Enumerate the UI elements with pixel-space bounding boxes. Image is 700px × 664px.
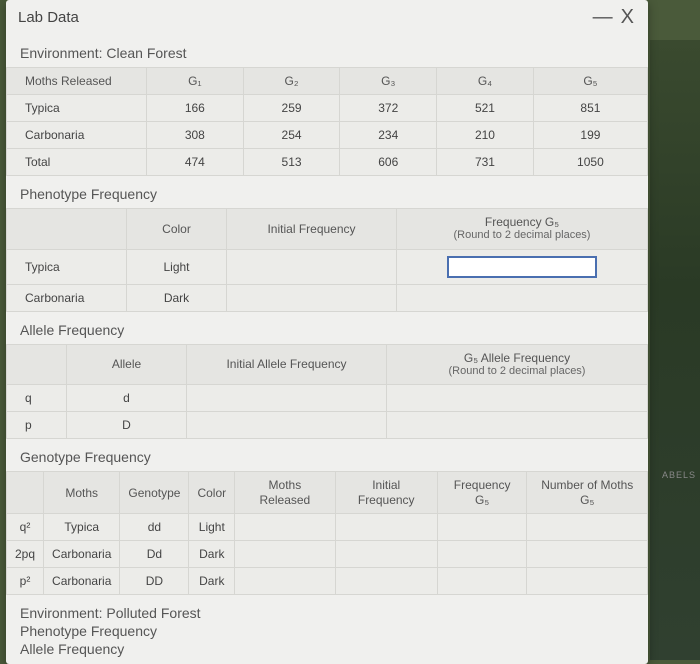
genotype-heading: Genotype Frequency <box>6 439 648 471</box>
table-row: p² Carbonaria DD Dark <box>7 567 648 594</box>
frequency-input[interactable] <box>447 256 597 278</box>
table-row: Typica Light <box>7 249 648 284</box>
col-frequency-g5: Frequency G₅ (Round to 2 decimal places) <box>397 209 648 250</box>
col-g4: G₄ <box>437 68 534 95</box>
environment-title: Environment: Clean Forest <box>6 35 648 67</box>
environment2-title: Environment: Polluted Forest <box>6 595 648 621</box>
table-row: 2pq Carbonaria Dd Dark <box>7 540 648 567</box>
genotype-table: Moths Genotype Color Moths Released Init… <box>6 471 648 595</box>
background-badge: ABELS <box>662 470 696 480</box>
col-color: Color <box>189 472 235 514</box>
table-row: q² Typica dd Light <box>7 513 648 540</box>
col-number-g5: Number of Moths G₅ <box>527 472 648 514</box>
col-allele: Allele <box>67 344 187 385</box>
col-initial-freq: Initial Frequency <box>335 472 437 514</box>
col-g3: G₃ <box>340 68 437 95</box>
col-header-moths-released: Moths Released <box>7 68 147 95</box>
lab-data-panel: Lab Data — X Environment: Clean Forest M… <box>6 0 648 664</box>
window-controls: — X <box>593 6 634 29</box>
phenotype-table: Color Initial Frequency Frequency G₅ (Ro… <box>6 208 648 312</box>
environment2-pheno: Phenotype Frequency <box>6 621 648 639</box>
col-freq-g5: Frequency G₅ <box>437 472 527 514</box>
table-row: Carbonaria 308 254 234 210 199 <box>7 122 648 149</box>
moths-released-table: Moths Released G₁ G₂ G₃ G₄ G₅ Typica 166… <box>6 67 648 176</box>
phenotype-heading: Phenotype Frequency <box>6 176 648 208</box>
col-moths-released: Moths Released <box>235 472 335 514</box>
allele-table: Allele Initial Allele Frequency G₅ Allel… <box>6 344 648 440</box>
col-genotype: Genotype <box>120 472 189 514</box>
table-row: Typica 166 259 372 521 851 <box>7 95 648 122</box>
col-g5: G₅ <box>533 68 647 95</box>
col-g2: G₂ <box>243 68 340 95</box>
col-allele-g5: G₅ Allele Frequency (Round to 2 decimal … <box>387 344 648 385</box>
col-moths: Moths <box>44 472 120 514</box>
environment2-allele: Allele Frequency <box>6 639 648 657</box>
minimize-icon[interactable]: — <box>593 6 613 29</box>
col-initial-allele: Initial Allele Frequency <box>187 344 387 385</box>
table-row: Carbonaria Dark <box>7 284 648 311</box>
panel-title: Lab Data <box>18 9 79 26</box>
close-icon[interactable]: X <box>621 6 634 29</box>
table-row: q d <box>7 385 648 412</box>
table-row: p D <box>7 412 648 439</box>
table-row: Total 474 513 606 731 1050 <box>7 149 648 176</box>
col-color: Color <box>127 209 227 250</box>
background-forest <box>650 40 700 660</box>
allele-heading: Allele Frequency <box>6 312 648 344</box>
panel-header: Lab Data — X <box>6 0 648 35</box>
col-g1: G₁ <box>147 68 244 95</box>
col-initial-frequency: Initial Frequency <box>227 209 397 250</box>
